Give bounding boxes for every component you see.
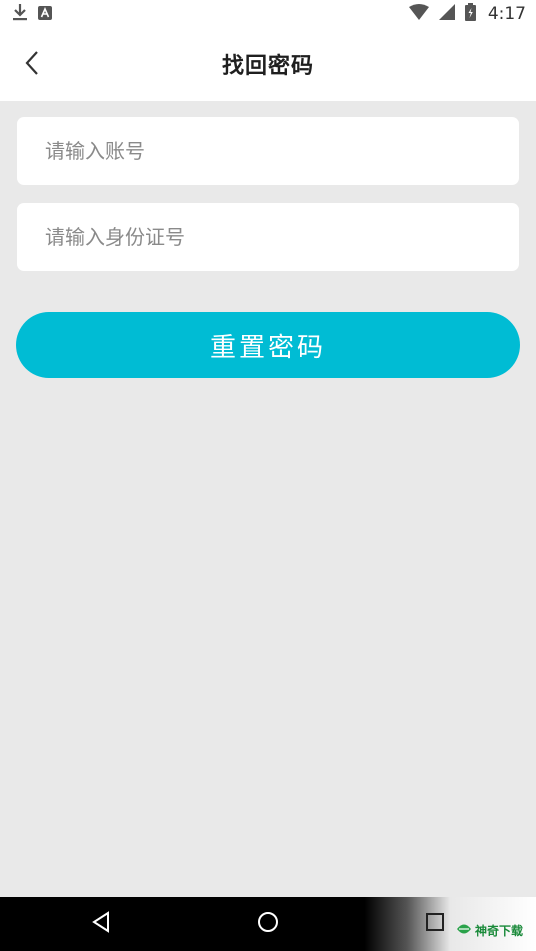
recents-square-icon <box>425 912 445 936</box>
status-time: 4:17 <box>487 4 526 24</box>
id-number-input[interactable] <box>43 224 493 250</box>
app-header: 找回密码 <box>0 28 536 101</box>
id-field-container <box>17 203 519 271</box>
status-bar-left <box>12 3 52 25</box>
watermark-text: 神奇下载 <box>475 924 524 938</box>
nav-back-button[interactable] <box>84 907 118 941</box>
nav-recents-button[interactable] <box>418 907 452 941</box>
back-triangle-icon <box>91 911 111 937</box>
status-bar-right: 4:17 <box>408 3 526 25</box>
status-bar: 4:17 <box>0 0 536 28</box>
nav-home-button[interactable] <box>251 907 285 941</box>
signal-icon <box>438 4 455 24</box>
watermark: 神奇下载 <box>456 922 523 939</box>
page-title: 找回密码 <box>221 54 314 79</box>
home-circle-icon <box>257 911 279 937</box>
leaf-logo-icon <box>456 922 472 939</box>
wifi-icon <box>408 4 429 24</box>
download-icon <box>12 3 28 25</box>
account-input[interactable] <box>43 138 493 164</box>
battery-icon <box>464 3 476 25</box>
account-field-container <box>17 117 519 185</box>
a-icon <box>38 5 52 24</box>
reset-password-button[interactable]: 重置密码 <box>16 312 520 378</box>
